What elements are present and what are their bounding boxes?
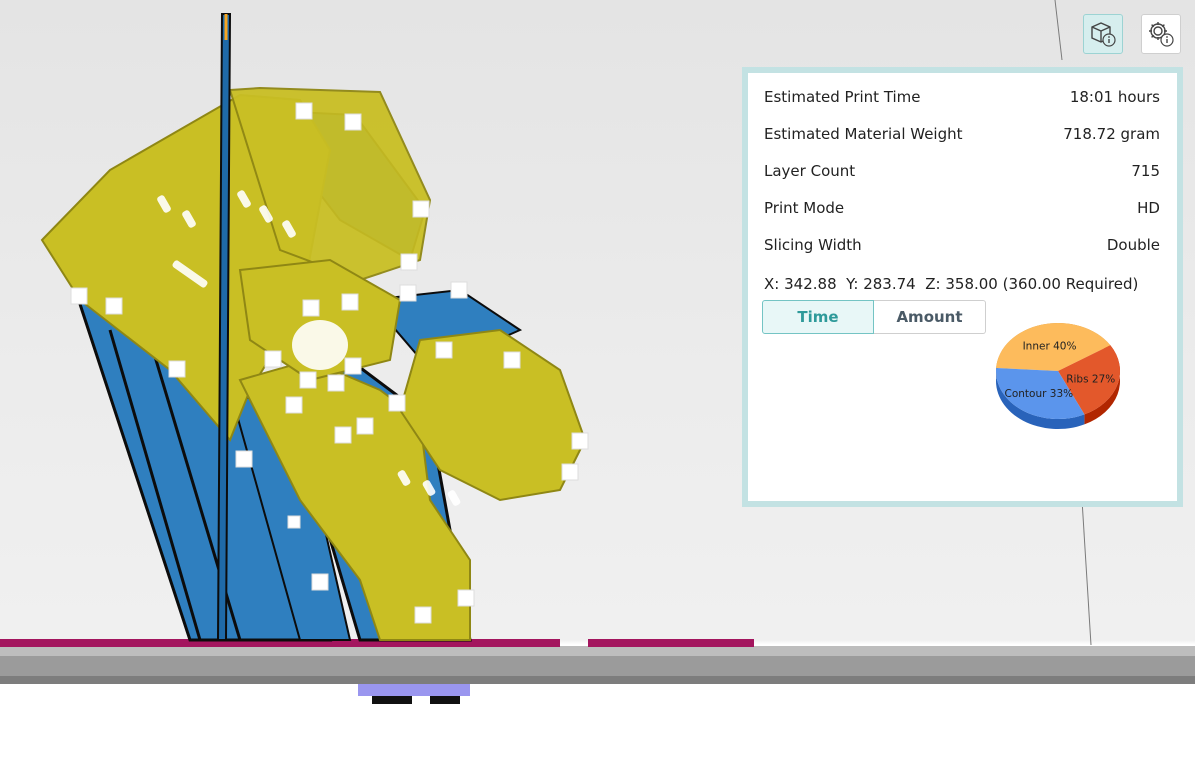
y-value: 283.74 bbox=[863, 275, 916, 293]
dimensions-readout: X: 342.88 Y: 283.74 Z: 358.00 (360.00 Re… bbox=[764, 275, 1138, 293]
stat-print-time: Estimated Print Time 18:01 hours bbox=[764, 85, 1160, 109]
time-breakdown-pie-chart: Inner 40% Ribs 27% Contour 33% bbox=[996, 323, 1120, 429]
stat-value: Double bbox=[1106, 236, 1160, 254]
stat-print-mode: Print Mode HD bbox=[764, 196, 1160, 220]
stat-value: 718.72 gram bbox=[1063, 125, 1160, 143]
stat-slicing-width: Slicing Width Double bbox=[764, 233, 1160, 257]
stat-label: Layer Count bbox=[764, 162, 856, 180]
tab-amount[interactable]: Amount bbox=[874, 300, 986, 334]
chart-mode-tabs: Time Amount bbox=[762, 300, 986, 334]
stat-value: 715 bbox=[1131, 162, 1160, 180]
model-info-button[interactable] bbox=[1083, 14, 1123, 54]
stat-layer-count: Layer Count 715 bbox=[764, 159, 1160, 183]
model-info-icon bbox=[1091, 22, 1116, 47]
stat-value: 18:01 hours bbox=[1069, 88, 1160, 106]
pie-label-inner: Inner 40% bbox=[1023, 340, 1077, 352]
print-info-panel: Estimated Print Time 18:01 hours Estimat… bbox=[742, 67, 1183, 507]
z-label: Z: bbox=[925, 275, 941, 293]
y-label: Y: bbox=[846, 275, 859, 293]
z-required: (360.00 Required) bbox=[1002, 275, 1139, 293]
z-value: 358.00 bbox=[945, 275, 998, 293]
tab-time[interactable]: Time bbox=[762, 300, 874, 334]
stat-label: Estimated Material Weight bbox=[764, 125, 963, 143]
pie-label-ribs: Ribs 27% bbox=[1066, 373, 1115, 385]
stat-label: Estimated Print Time bbox=[764, 88, 921, 106]
stat-material-weight: Estimated Material Weight 718.72 gram bbox=[764, 122, 1160, 146]
stat-label: Slicing Width bbox=[764, 236, 862, 254]
x-label: X: bbox=[764, 275, 780, 293]
settings-info-icon bbox=[1149, 22, 1174, 47]
settings-info-button[interactable] bbox=[1141, 14, 1181, 54]
pie-label-contour: Contour 33% bbox=[1005, 388, 1074, 400]
stat-value: HD bbox=[1137, 199, 1160, 217]
x-value: 342.88 bbox=[784, 275, 837, 293]
stat-label: Print Mode bbox=[764, 199, 845, 217]
